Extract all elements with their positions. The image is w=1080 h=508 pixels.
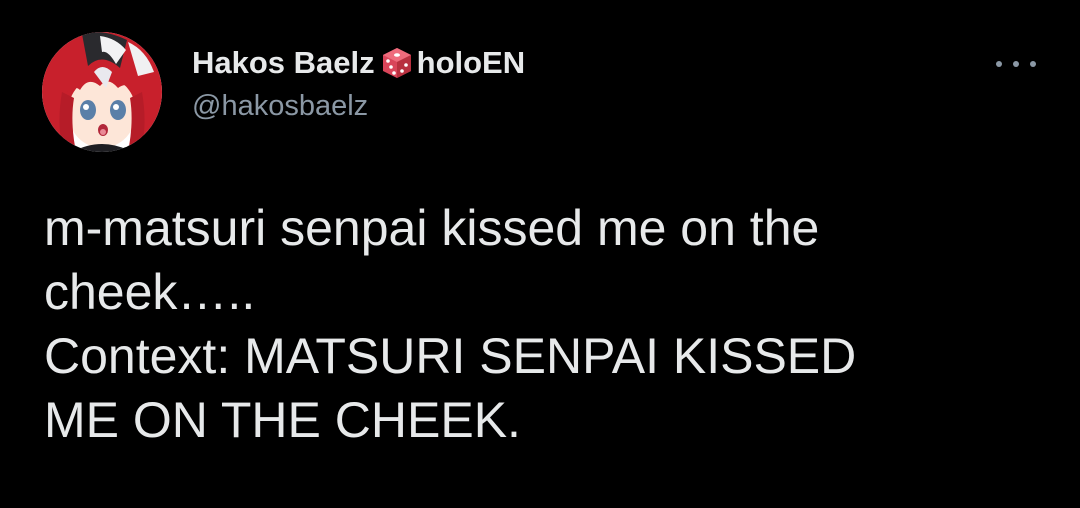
tweet-text: m-matsuri senpai kissed me on the cheek…… <box>44 196 1004 452</box>
tweet-text-line-2: Context: MATSURI SENPAI KISSED ME ON THE… <box>44 328 857 448</box>
more-options-icon-dot <box>1013 61 1019 67</box>
tweet-text-line-1: m-matsuri senpai kissed me on the cheek…… <box>44 200 820 320</box>
more-options-icon <box>996 61 1002 67</box>
name-row: Hakos Baelz holoEN <box>192 44 525 82</box>
more-options-icon-dot <box>1030 61 1036 67</box>
author-info: Hakos Baelz holoEN @hakosbaelz <box>192 44 525 123</box>
affiliation-label: holoEN <box>416 45 526 80</box>
avatar-image <box>42 32 162 152</box>
handle[interactable]: @hakosbaelz <box>192 90 525 123</box>
tweet-card: Hakos Baelz holoEN @hakosbaelz m-matsuri… <box>0 0 1080 508</box>
avatar[interactable] <box>42 32 162 152</box>
display-name[interactable]: Hakos Baelz <box>192 45 375 81</box>
dice-icon <box>379 45 415 81</box>
more-options-button[interactable] <box>996 52 1036 76</box>
